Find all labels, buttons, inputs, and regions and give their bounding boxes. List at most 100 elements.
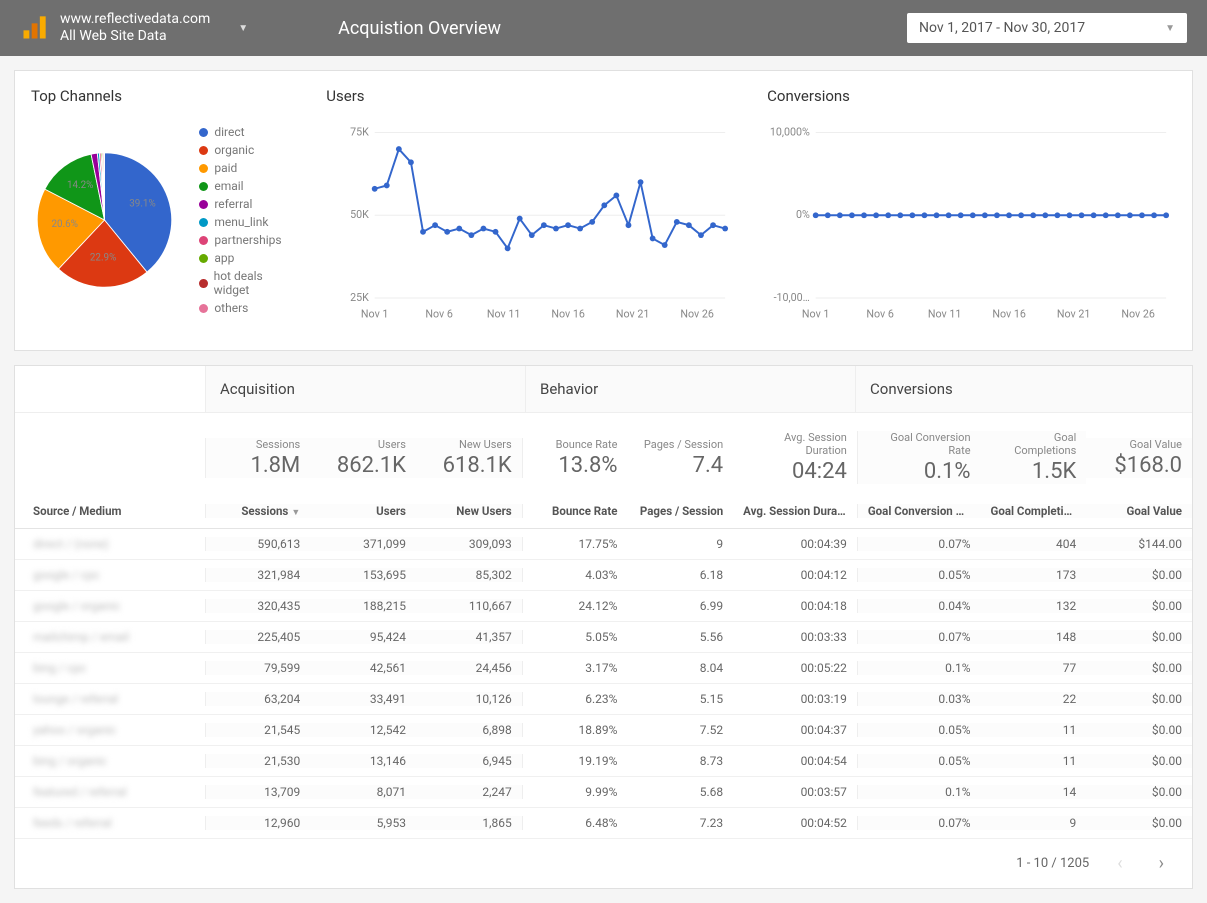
table-row[interactable]: yahoo / organic21,54512,5426,89818.89%7.… — [15, 715, 1192, 746]
cell-gc: 22 — [981, 692, 1087, 706]
cell-gv: $0.00 — [1086, 630, 1192, 644]
pager-range: 1 - 10 / 1205 — [1016, 856, 1089, 871]
cell-users: 95,424 — [310, 630, 416, 644]
users-line-chart[interactable]: 25K50K75KNov 1Nov 6Nov 11Nov 16Nov 21Nov… — [326, 120, 735, 330]
table-row[interactable]: mailchimp / email225,40595,42441,3575.05… — [15, 622, 1192, 653]
cell-new-users: 85,302 — [416, 568, 522, 582]
cell-pps: 5.68 — [627, 785, 733, 799]
table-row[interactable]: bing / cpc79,59942,56124,4563.17%8.0400:… — [15, 653, 1192, 684]
table-row[interactable]: direct / (none)590,613371,099309,09317.7… — [15, 529, 1192, 560]
cell-source: feeds / referral — [15, 816, 205, 830]
cell-bounce: 19.19% — [522, 754, 628, 768]
panel-title: Conversions — [767, 87, 1176, 105]
cell-bounce: 3.17% — [522, 661, 628, 675]
header-source[interactable]: Source / Medium — [15, 504, 205, 518]
legend-label: organic — [214, 143, 254, 157]
legend-label: paid — [214, 161, 237, 175]
svg-text:Nov 26: Nov 26 — [681, 307, 714, 320]
total-gv: $168.0 — [1114, 453, 1182, 478]
cell-source: lounge / referral — [15, 692, 205, 706]
table-row[interactable]: google / cpc321,984153,69585,3024.03%6.1… — [15, 560, 1192, 591]
cell-pps: 9 — [627, 537, 733, 551]
cell-gcr: 0.03% — [857, 692, 981, 706]
legend-item[interactable]: partnerships — [199, 233, 294, 247]
legend-item[interactable]: app — [199, 251, 294, 265]
cell-sessions: 320,435 — [205, 599, 311, 613]
cell-users: 42,561 — [310, 661, 416, 675]
cell-gc: 9 — [981, 816, 1087, 830]
legend-item[interactable]: direct — [199, 125, 294, 139]
cell-bounce: 6.48% — [522, 816, 628, 830]
svg-text:0%: 0% — [796, 208, 810, 221]
cell-gc: 173 — [981, 568, 1087, 582]
legend-item[interactable]: organic — [199, 143, 294, 157]
cell-pps: 7.52 — [627, 723, 733, 737]
header-gcr[interactable]: Goal Conversion Rate — [857, 504, 981, 518]
legend-swatch — [199, 254, 208, 263]
legend-swatch — [199, 200, 208, 209]
total-new-users: 618.1K — [443, 453, 512, 478]
legend-label: direct — [214, 125, 244, 139]
header-pps[interactable]: Pages / Session — [627, 504, 733, 518]
cell-gc: 404 — [981, 537, 1087, 551]
svg-text:20.6%: 20.6% — [52, 219, 78, 230]
analytics-logo-icon — [20, 14, 48, 42]
svg-text:Nov 6: Nov 6 — [867, 307, 894, 320]
cell-gcr: 0.05% — [857, 723, 981, 737]
cell-gcr: 0.07% — [857, 537, 981, 551]
top-channels-pie-chart[interactable]: 39.1%22.9%20.6%14.2% — [31, 120, 183, 320]
view-selector[interactable]: www.reflectivedata.com All Web Site Data… — [60, 11, 278, 46]
svg-text:14.2%: 14.2% — [67, 180, 93, 191]
legend-swatch — [199, 128, 208, 137]
svg-text:Nov 26: Nov 26 — [1122, 307, 1155, 320]
legend-item[interactable]: referral — [199, 197, 294, 211]
table-row[interactable]: feeds / referral12,9605,9531,8656.48%7.2… — [15, 808, 1192, 839]
prev-page-button[interactable]: ‹ — [1109, 849, 1130, 878]
date-range-value: Nov 1, 2017 - Nov 30, 2017 — [919, 20, 1145, 36]
cell-sessions: 21,545 — [205, 723, 311, 737]
legend-item[interactable]: others — [199, 301, 294, 315]
header-bar: www.reflectivedata.com All Web Site Data… — [0, 0, 1207, 56]
cell-users: 5,953 — [310, 816, 416, 830]
cell-source: bing / cpc — [15, 661, 205, 675]
svg-text:22.9%: 22.9% — [90, 252, 116, 263]
cell-bounce: 24.12% — [522, 599, 628, 613]
header-gv[interactable]: Goal Value — [1086, 504, 1192, 518]
header-gc[interactable]: Goal Completio… — [981, 504, 1087, 518]
header-users[interactable]: Users — [310, 504, 416, 518]
cell-bounce: 17.75% — [522, 537, 628, 551]
header-new-users[interactable]: New Users — [416, 504, 522, 518]
cell-users: 371,099 — [310, 537, 416, 551]
total-pps: 7.4 — [693, 453, 724, 478]
panel-title: Users — [326, 87, 735, 105]
header-sessions[interactable]: Sessions▼ — [205, 504, 311, 518]
total-bounce: 13.8% — [558, 453, 617, 478]
cell-gv: $0.00 — [1086, 723, 1192, 737]
header-bounce[interactable]: Bounce Rate — [522, 504, 628, 518]
table-row[interactable]: bing / organic21,53013,1466,94519.19%8.7… — [15, 746, 1192, 777]
table-row[interactable]: featured / referral13,7098,0712,2479.99%… — [15, 777, 1192, 808]
svg-text:75K: 75K — [350, 125, 369, 138]
cell-sessions: 21,530 — [205, 754, 311, 768]
cell-users: 188,215 — [310, 599, 416, 613]
svg-text:10,000%: 10,000% — [770, 125, 810, 138]
legend-item[interactable]: menu_link — [199, 215, 294, 229]
legend-item[interactable]: hot deals widget — [199, 269, 294, 297]
cell-pps: 7.23 — [627, 816, 733, 830]
legend-item[interactable]: email — [199, 179, 294, 193]
legend-item[interactable]: paid — [199, 161, 294, 175]
table-row[interactable]: google / organic320,435188,215110,66724.… — [15, 591, 1192, 622]
cell-gc: 77 — [981, 661, 1087, 675]
next-page-button[interactable]: › — [1151, 849, 1172, 878]
cell-users: 12,542 — [310, 723, 416, 737]
table-row[interactable]: lounge / referral63,20433,49110,1266.23%… — [15, 684, 1192, 715]
cell-new-users: 10,126 — [416, 692, 522, 706]
header-asd[interactable]: Avg. Session Duration — [733, 504, 857, 518]
conversions-line-chart[interactable]: -10,00…0%10,000%Nov 1Nov 6Nov 11Nov 16No… — [767, 120, 1176, 330]
svg-text:-10,00…: -10,00… — [774, 291, 810, 304]
cell-source: mailchimp / email — [15, 630, 205, 644]
cell-gcr: 0.07% — [857, 816, 981, 830]
date-range-selector[interactable]: Nov 1, 2017 - Nov 30, 2017 ▼ — [907, 13, 1187, 43]
legend-swatch — [199, 182, 208, 191]
cell-source: google / cpc — [15, 568, 205, 582]
